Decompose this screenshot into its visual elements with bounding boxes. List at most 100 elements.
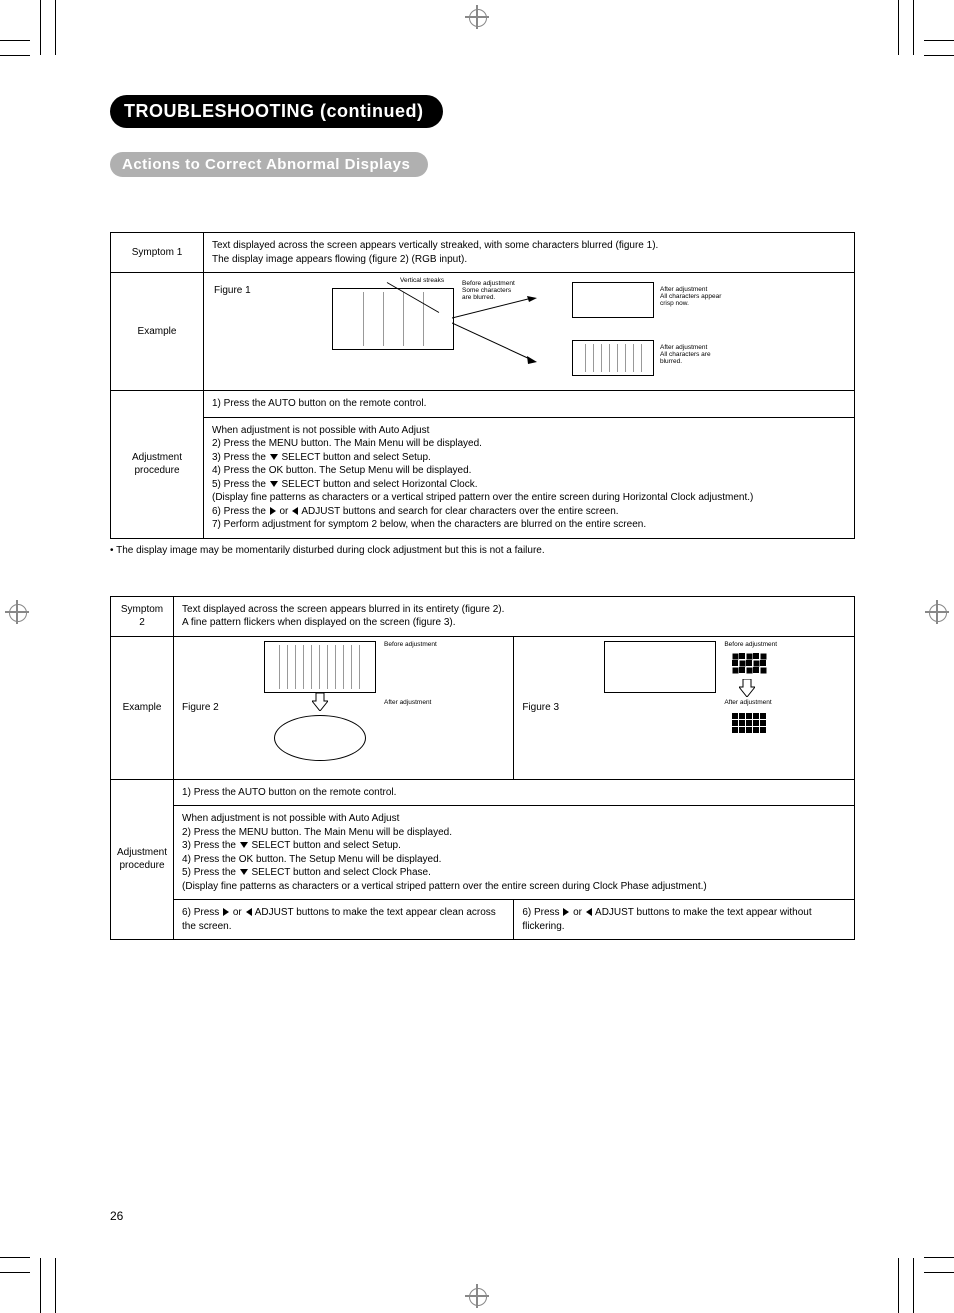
text: 2) Press the MENU button. The Main Menu … xyxy=(182,827,452,838)
left-triangle-icon xyxy=(292,507,298,515)
text: (Display fine patterns as characters or … xyxy=(212,492,753,503)
crop-mark xyxy=(40,1258,41,1313)
adjustment-procedure-label: Adjustment procedure xyxy=(111,391,204,539)
text: 7) Perform adjustment for symptom 2 belo… xyxy=(212,519,646,530)
crop-mark xyxy=(913,0,914,55)
text: 5) Press the xyxy=(182,867,239,878)
registration-mark xyxy=(5,600,29,624)
registration-mark xyxy=(925,600,949,624)
section-heading: TROUBLESHOOTING (continued) xyxy=(110,95,443,128)
figure2-after-text: After adjustment xyxy=(384,699,431,706)
text: SELECT button and select Horizontal Cloc… xyxy=(279,479,478,490)
figure3-label: Figure 3 xyxy=(522,702,559,713)
figure2-before-box xyxy=(264,641,376,693)
table-row: Adjustment procedure 1) Press the AUTO b… xyxy=(111,391,855,418)
down-triangle-icon xyxy=(240,869,248,875)
example-figure3-cell: Figure 3 Before adjustment After adjustm… xyxy=(514,636,855,779)
table-row: Symptom 2 Text displayed across the scre… xyxy=(111,596,855,636)
registration-mark xyxy=(465,5,489,29)
figure1-vertical-streaks-label: Vertical streaks xyxy=(400,277,444,284)
adjustment-step6-right: 6) Press or ADJUST buttons to make the t… xyxy=(514,900,855,940)
right-triangle-icon xyxy=(270,507,276,515)
text: The display image appears flowing (figur… xyxy=(212,254,467,265)
crop-mark xyxy=(898,0,899,55)
adjustment-step1: 1) Press the AUTO button on the remote c… xyxy=(174,779,855,806)
crop-mark xyxy=(898,1258,899,1313)
example-label: Example xyxy=(111,636,174,779)
down-triangle-icon xyxy=(240,842,248,848)
figure2-label: Figure 2 xyxy=(182,702,219,713)
figure2-after-box xyxy=(274,715,366,761)
crop-mark xyxy=(924,55,954,56)
example-figure2-cell: Figure 2 Before adjustment After adjustm… xyxy=(174,636,514,779)
figure3-before-box xyxy=(604,641,716,693)
example-label: Example xyxy=(111,273,204,391)
text: A fine pattern flickers when displayed o… xyxy=(182,617,455,628)
figure3-pattern-before xyxy=(732,653,766,673)
text: or xyxy=(277,506,291,517)
text: 4) Press the OK button. The Setup Menu w… xyxy=(212,465,471,476)
symptom2-label: Symptom 2 xyxy=(111,596,174,636)
adjustment-step6-left: 6) Press or ADJUST buttons to make the t… xyxy=(174,900,514,940)
crop-mark xyxy=(924,1257,954,1258)
table-row: Adjustment procedure 1) Press the AUTO b… xyxy=(111,779,855,806)
table-row: 6) Press or ADJUST buttons to make the t… xyxy=(111,900,855,940)
text: 5) Press the xyxy=(212,479,269,490)
text: 4) Press the OK button. The Setup Menu w… xyxy=(182,854,441,865)
figure1-label: Figure 1 xyxy=(214,284,251,298)
down-triangle-icon xyxy=(270,481,278,487)
adjustment-procedure-label: Adjustment procedure xyxy=(111,779,174,940)
subsection-heading: Actions to Correct Abnormal Displays xyxy=(110,152,428,177)
adjustment-steps: When adjustment is not possible with Aut… xyxy=(174,806,855,900)
figure1-before-box xyxy=(332,288,454,350)
crop-mark xyxy=(0,40,30,41)
text: SELECT button and select Setup. xyxy=(279,452,431,463)
table-row: When adjustment is not possible with Aut… xyxy=(111,417,855,538)
registration-mark xyxy=(465,1284,489,1308)
crop-mark xyxy=(924,1272,954,1273)
table-row: When adjustment is not possible with Aut… xyxy=(111,806,855,900)
crop-mark xyxy=(40,0,41,55)
figure1-after-ok-text: After adjustment All characters appear c… xyxy=(660,286,721,307)
text: 6) Press xyxy=(522,907,562,918)
note-text: • The display image may be momentarily d… xyxy=(110,545,855,556)
figure3-pattern-after xyxy=(732,713,766,733)
figure3-before-text: Before adjustment xyxy=(724,641,777,648)
down-triangle-icon xyxy=(270,454,278,460)
crop-mark xyxy=(55,1258,56,1313)
text: or xyxy=(230,907,244,918)
text: Text displayed across the screen appears… xyxy=(182,604,504,615)
crop-mark xyxy=(0,1257,30,1258)
page-content: TROUBLESHOOTING (continued) Actions to C… xyxy=(110,95,855,940)
text: 6) Press xyxy=(182,907,222,918)
example-figure-cell: Figure 1 Vertical streaks Before adjustm… xyxy=(204,273,855,391)
crop-mark xyxy=(0,1272,30,1273)
right-triangle-icon xyxy=(223,908,229,916)
crop-mark xyxy=(913,1258,914,1313)
arrow-icon xyxy=(452,288,572,378)
text: 6) Press the xyxy=(212,506,269,517)
page-number: 26 xyxy=(110,1209,123,1223)
text: Text displayed across the screen appears… xyxy=(212,240,658,251)
symptom2-table: Symptom 2 Text displayed across the scre… xyxy=(110,596,855,941)
down-arrow-icon xyxy=(312,693,328,711)
text: (Display fine patterns as characters or … xyxy=(182,881,707,892)
figure3-after-text: After adjustment xyxy=(724,699,771,706)
figure2-before-text: Before adjustment xyxy=(384,641,437,648)
table-row: Symptom 1 Text displayed across the scre… xyxy=(111,233,855,273)
down-arrow-icon xyxy=(739,679,755,697)
text: 3) Press the xyxy=(212,452,269,463)
crop-mark xyxy=(0,55,30,56)
crop-mark xyxy=(55,0,56,55)
symptom1-table: Symptom 1 Text displayed across the scre… xyxy=(110,232,855,539)
symptom2-description: Text displayed across the screen appears… xyxy=(174,596,855,636)
text: SELECT button and select Setup. xyxy=(249,840,401,851)
figure1-after-bad-box xyxy=(572,340,654,376)
symptom1-label: Symptom 1 xyxy=(111,233,204,273)
table-row: Example Figure 1 Vertical streaks Before… xyxy=(111,273,855,391)
adjustment-steps: When adjustment is not possible with Aut… xyxy=(204,417,855,538)
text: 3) Press the xyxy=(182,840,239,851)
symptom1-description: Text displayed across the screen appears… xyxy=(204,233,855,273)
table-row: Example Figure 2 Before adjustment After… xyxy=(111,636,855,779)
left-triangle-icon xyxy=(586,908,592,916)
